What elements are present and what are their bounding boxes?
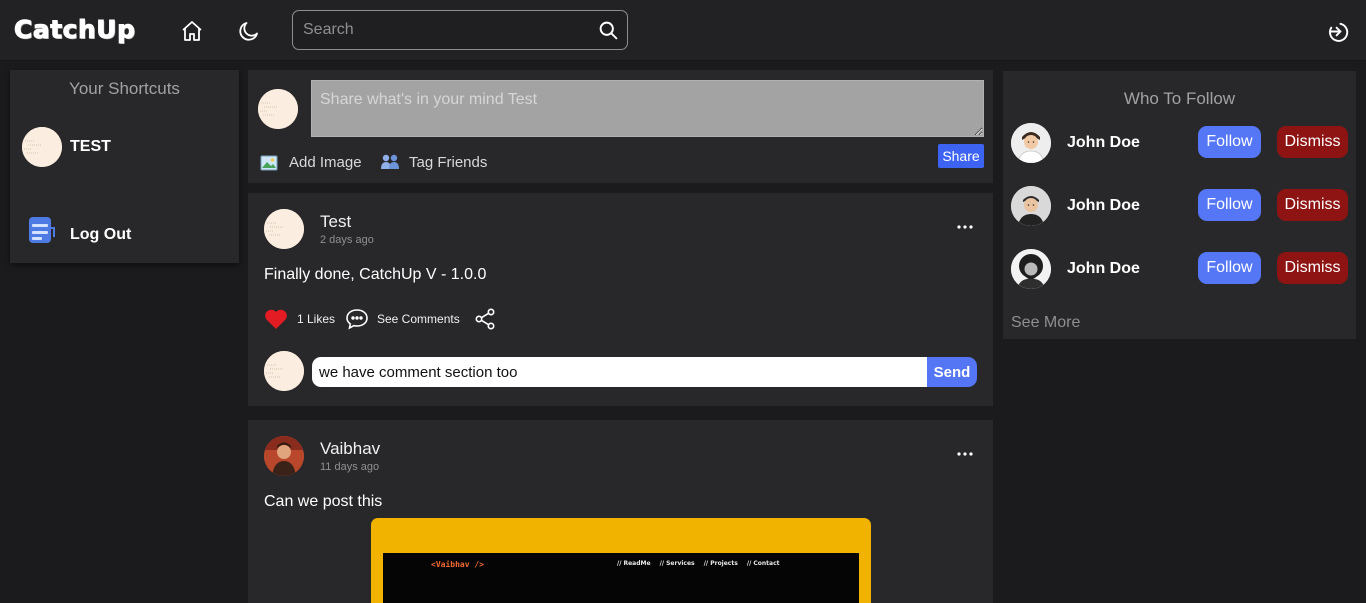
tag-friends-button[interactable]: Tag Friends [380, 154, 500, 174]
post-card: Vaibhav 11 days ago Can we post this <Va… [248, 420, 993, 603]
who-to-follow-panel: Who To Follow John Doe Follow Dismiss Jo… [1003, 71, 1356, 339]
dismiss-button[interactable]: Dismiss [1277, 252, 1348, 284]
post-card: Test 2 days ago Finally done, CatchUp V … [248, 193, 993, 406]
shortcuts-panel: Your Shortcuts TEST Log Out [10, 70, 239, 263]
see-comments-label: See Comments [377, 312, 460, 326]
shortcut-profile[interactable]: TEST [22, 127, 232, 169]
comment-input[interactable] [312, 357, 928, 387]
image-link: // ReadMe [617, 560, 651, 567]
search-bar [292, 10, 628, 50]
avatar [264, 351, 304, 391]
avatar[interactable] [1011, 123, 1051, 163]
more-options-icon[interactable] [954, 448, 976, 460]
dismiss-button[interactable]: Dismiss [1277, 126, 1348, 158]
image-link: // Services [659, 560, 695, 567]
like-button[interactable]: 1 Likes [264, 308, 336, 330]
follow-suggestion: John Doe Follow Dismiss [1011, 186, 1351, 226]
post-text: Finally done, CatchUp V - 1.0.0 [264, 266, 487, 283]
follow-suggestion: John Doe Follow Dismiss [1011, 123, 1351, 163]
avatar [22, 127, 62, 167]
follow-button[interactable]: Follow [1198, 126, 1261, 158]
image-icon [260, 155, 278, 171]
avatar[interactable] [1011, 186, 1051, 226]
image-brand-text: <Vaibhav /> [431, 560, 484, 569]
more-options-icon[interactable] [954, 221, 976, 233]
avatar[interactable] [264, 436, 304, 476]
who-to-follow-title: Who To Follow [1123, 89, 1236, 108]
post-author[interactable]: Test [320, 212, 351, 232]
post-text: Can we post this [264, 493, 383, 510]
person-name[interactable]: John Doe [1067, 134, 1140, 152]
follow-button[interactable]: Follow [1198, 252, 1261, 284]
image-nav-links: // ReadMe // Services // Projects // Con… [617, 560, 787, 567]
post-image[interactable]: <Vaibhav /> // ReadMe // Services // Pro… [371, 518, 871, 603]
share-icon[interactable] [474, 308, 496, 330]
add-image-button[interactable]: Add Image [260, 154, 380, 174]
search-input[interactable] [303, 11, 593, 49]
image-link: // Contact [746, 560, 780, 567]
shortcut-label: TEST [70, 138, 111, 155]
shortcut-label: Log Out [70, 226, 132, 243]
tag-friends-icon [381, 154, 399, 169]
share-button[interactable]: Share [938, 144, 984, 168]
post-timestamp: 2 days ago [320, 234, 374, 246]
heart-icon [265, 309, 287, 329]
see-comments-button[interactable]: See Comments [345, 308, 465, 330]
top-navbar: CatchUp [0, 0, 1366, 61]
likes-count: 1 Likes [297, 312, 336, 326]
post-author[interactable]: Vaibhav [320, 439, 380, 459]
person-name[interactable]: John Doe [1067, 260, 1140, 278]
send-comment-button[interactable]: Send [927, 357, 977, 387]
avatar[interactable] [264, 209, 304, 249]
shortcuts-title: Your Shortcuts [69, 79, 180, 98]
home-icon[interactable] [180, 19, 204, 43]
avatar[interactable] [1011, 249, 1051, 289]
post-timestamp: 11 days ago [320, 461, 380, 473]
follow-button[interactable]: Follow [1198, 189, 1261, 221]
add-image-label: Add Image [289, 154, 362, 171]
person-name[interactable]: John Doe [1067, 197, 1140, 215]
logout-icon [29, 217, 55, 243]
image-screenshot: <Vaibhav /> // ReadMe // Services // Pro… [383, 553, 859, 603]
comment-form: Send [264, 351, 977, 391]
app-logo[interactable]: CatchUp [13, 15, 135, 44]
shortcut-logout[interactable]: Log Out [22, 215, 232, 257]
follow-suggestion: John Doe Follow Dismiss [1011, 249, 1351, 289]
see-more-link[interactable]: See More [1011, 314, 1080, 332]
logout-icon[interactable] [1327, 20, 1350, 43]
dismiss-button[interactable]: Dismiss [1277, 189, 1348, 221]
avatar [258, 89, 298, 129]
post-composer: Add Image Tag Friends Share [248, 70, 993, 183]
comment-icon [346, 309, 368, 330]
tag-friends-label: Tag Friends [409, 154, 488, 171]
image-link: // Projects [703, 560, 738, 567]
search-icon[interactable] [598, 20, 619, 41]
moon-icon[interactable] [237, 19, 261, 43]
post-input[interactable] [311, 80, 984, 137]
